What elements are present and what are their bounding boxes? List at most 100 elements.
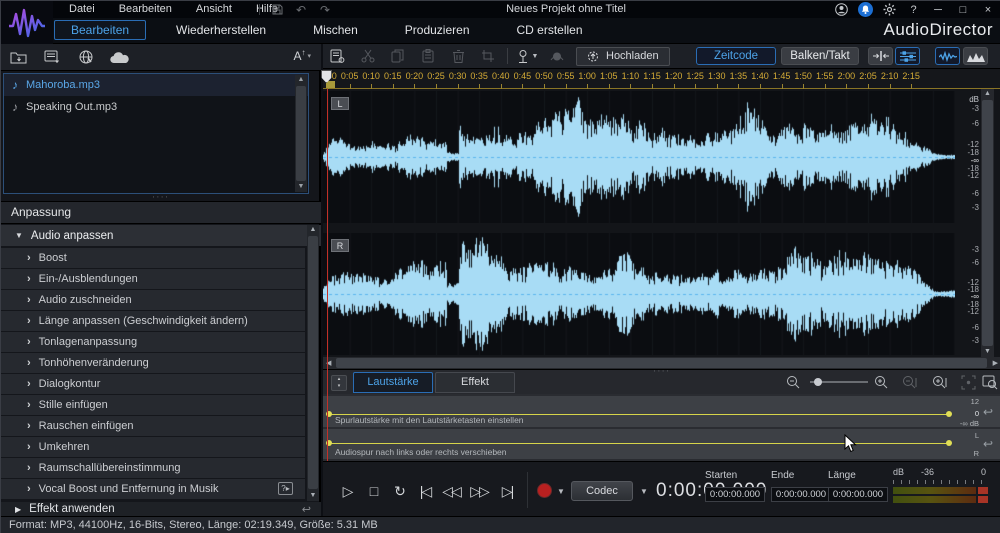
minimize-button[interactable]: ─ [930,4,946,16]
fit-selection-icon[interactable] [957,374,979,391]
file-list-scrollbar[interactable]: ▲ ▼ [295,75,307,192]
record-options-caret-icon[interactable]: ▼ [557,487,565,496]
reset-envelope-icon[interactable]: ↩ [983,405,993,419]
mode-tab-cd-erstellen[interactable]: CD erstellen [500,20,600,40]
mode-tab-wiederherstellen[interactable]: Wiederherstellen [159,20,283,40]
tree-item-l-nge-anpassen-geschwindigkeit-ndern[interactable]: › Länge anpassen (Geschwindigkeit ändern) [1,311,305,331]
waveform-track-left[interactable]: L [323,91,955,223]
tree-group-effekt-anwenden[interactable]: ▶ Effekt anwenden ↩ [1,502,321,516]
track-controls-icon[interactable] [895,47,920,65]
menu-ansicht[interactable]: Ansicht [184,1,244,18]
user-account-icon[interactable] [834,2,849,17]
close-button[interactable]: × [980,4,996,16]
scroll-down-icon[interactable]: ▼ [307,491,319,501]
scroll-right-icon[interactable]: ▶ [993,359,998,367]
tree-item-boost[interactable]: › Boost [1,248,305,268]
trim-icon[interactable] [473,46,503,66]
file-item[interactable]: ♪ Mahoroba.mp3 [4,74,308,96]
loop-button[interactable]: ↻ [387,480,411,502]
play-button[interactable]: ▷ [335,480,359,502]
save-icon[interactable] [270,3,284,16]
scroll-up-icon[interactable]: ▲ [307,225,319,235]
record-button[interactable] [537,483,552,498]
field-starten-input[interactable] [705,487,765,502]
notification-icon[interactable] [858,2,873,17]
scroll-down-icon[interactable]: ▼ [295,182,307,192]
collapse-triangle-icon[interactable]: ▼ [15,231,23,240]
bars-beats-toggle-button[interactable]: Balken/Takt [781,47,859,65]
apply-effect-return-icon[interactable]: ↩ [302,503,311,516]
collapse-panel-button[interactable]: ▴ ▾ [331,375,347,391]
marker-icon[interactable]: ▼ [512,46,542,66]
waveform-track-right[interactable]: R [323,233,955,355]
cut-icon[interactable] [353,46,383,66]
snap-icon[interactable] [868,47,893,65]
scroll-up-icon[interactable]: ▲ [981,89,994,99]
timecode-toggle-button[interactable]: Zeitcode [696,47,776,65]
zoom-in-vertical-icon[interactable] [929,374,951,391]
volume-envelope-row[interactable]: Spurlautstärke mit den Lautstärketasten … [323,396,1000,428]
tree-group-audio-anpassen[interactable]: ▼ Audio anpassen [1,225,321,246]
go-to-end-button[interactable]: ▷| [495,480,519,502]
vertical-scrollbar[interactable]: ▲ ▼ [981,89,994,357]
waveform-view-icon[interactable] [935,47,960,65]
zoom-slider[interactable] [810,378,868,386]
mode-tab-mischen[interactable]: Mischen [296,20,375,40]
tree-item-umkehren[interactable]: › Umkehren [1,437,305,457]
tab-effect[interactable]: Effekt [435,372,515,393]
settings-gear-icon[interactable] [882,2,897,17]
paste-icon[interactable] [413,46,443,66]
ai-sound-icon[interactable] [542,46,572,66]
download-from-web-icon[interactable] [69,46,103,68]
dropdown-caret-icon[interactable]: ▼ [532,53,539,60]
zoom-in-horizontal-icon[interactable] [871,374,893,391]
tree-item-stille-einf-gen[interactable]: › Stille einfügen [1,395,305,415]
zoom-slider-knob[interactable] [814,378,822,386]
clip-properties-icon[interactable] [323,46,353,66]
codec-caret-icon[interactable]: ▼ [640,487,648,496]
zoom-out-vertical-icon[interactable] [899,374,921,391]
field-länge-input[interactable] [828,487,888,502]
mode-tab-bearbeiten[interactable]: Bearbeiten [54,20,147,40]
tree-item-dialogkontur[interactable]: › Dialogkontur [1,374,305,394]
redo-icon[interactable]: ↷ [318,3,332,17]
codec-button[interactable]: Codec [571,481,633,501]
rewind-button[interactable]: ◁◁ [439,480,463,502]
fast-forward-button[interactable]: ▷▷ [467,480,491,502]
tab-volume[interactable]: Lautstärke [353,372,433,393]
menu-datei[interactable]: Datei [57,1,107,18]
tree-item-ein-ausblendungen[interactable]: › Ein-/Ausblendungen [1,269,305,289]
tree-item-audio-zuschneiden[interactable]: › Audio zuschneiden [1,290,305,310]
stop-button[interactable]: □ [361,480,385,502]
fit-project-icon[interactable] [979,374,1000,391]
mode-tab-produzieren[interactable]: Produzieren [388,20,487,40]
copy-icon[interactable] [383,46,413,66]
help-icon[interactable]: ? [906,2,921,17]
go-to-start-button[interactable]: |◁ [413,480,437,502]
timeline-ruler[interactable]: 0:000:050:100:150:200:250:300:350:400:45… [321,69,1000,89]
reset-envelope-icon[interactable]: ↩ [983,437,993,451]
tree-scrollbar[interactable]: ▲ ▼ [307,225,319,501]
scroll-down-icon[interactable]: ▼ [981,347,994,357]
import-media-icon[interactable] [1,46,35,68]
menu-bearbeiten[interactable]: Bearbeiten [107,1,184,18]
tree-item-vocal-boost-und-entfernung-in-musik[interactable]: › Vocal Boost und Entfernung in Musik ?▸ [1,479,305,499]
panel-splitter[interactable]: ∙∙∙∙ [1,193,321,201]
spectral-view-icon[interactable] [963,47,988,65]
tutorial-badge-icon[interactable]: ?▸ [278,482,293,495]
envelope-keyframe[interactable] [946,440,952,446]
file-item[interactable]: ♪ Speaking Out.mp3 [4,96,308,118]
pan-envelope-row[interactable]: Audiospur nach links oder rechts verschi… [323,429,1000,459]
cloud-icon[interactable] [103,46,137,68]
tree-item-tonh-henver-nderung[interactable]: › Tonhöhenveränderung [1,353,305,373]
tree-item-rauschen-einf-gen[interactable]: › Rauschen einfügen [1,416,305,436]
envelope-keyframe[interactable] [946,411,952,417]
tree-item-tonlagenanpassung[interactable]: › Tonlagenanpassung [1,332,305,352]
delete-icon[interactable] [443,46,473,66]
upload-button[interactable]: Hochladen [576,46,670,66]
text-size-button[interactable]: A ↑ ▾ [293,48,311,63]
maximize-button[interactable]: □ [955,4,971,16]
field-ende-input[interactable] [771,487,831,502]
scroll-up-icon[interactable]: ▲ [295,75,307,85]
zoom-out-horizontal-icon[interactable] [783,374,805,391]
